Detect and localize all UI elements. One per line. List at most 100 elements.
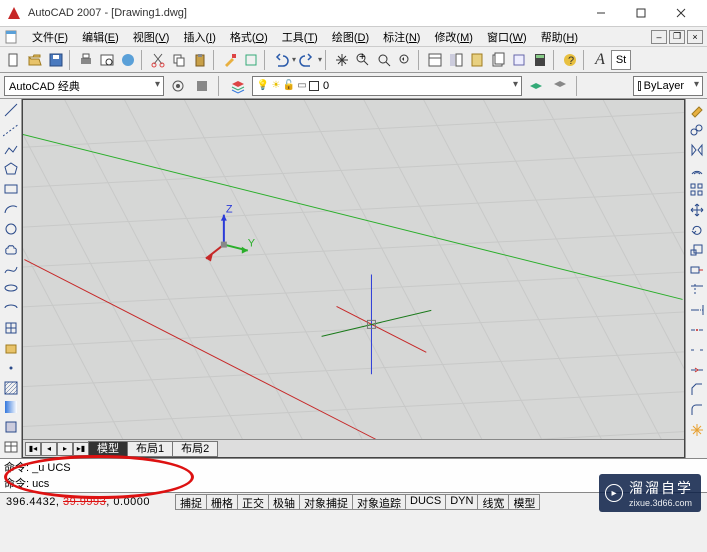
polyline-button[interactable]: [2, 141, 20, 159]
table-button[interactable]: [2, 438, 20, 456]
coordinates-display[interactable]: 396.4432, 39.9993, 0.0000: [0, 496, 156, 508]
properties-button[interactable]: [425, 50, 445, 70]
status-model[interactable]: 模型: [508, 494, 540, 510]
break-button[interactable]: [688, 341, 706, 359]
match-properties-button[interactable]: [220, 50, 240, 70]
region-button[interactable]: [2, 418, 20, 436]
status-osnap[interactable]: 对象捕捉: [299, 494, 353, 510]
drawing-viewport[interactable]: Z Y ▮◂ ◂ ▸ ▸▮ 模型 布局1 布局2: [22, 99, 685, 458]
layer-previous-button[interactable]: [526, 76, 546, 96]
save-button[interactable]: [46, 50, 66, 70]
tab-layout1[interactable]: 布局1: [127, 441, 173, 457]
spline-button[interactable]: [2, 260, 20, 278]
color-combo[interactable]: ByLayer: [633, 76, 703, 96]
construction-line-button[interactable]: [2, 121, 20, 139]
insert-block-button[interactable]: [2, 319, 20, 337]
point-button[interactable]: [2, 359, 20, 377]
design-center-button[interactable]: [446, 50, 466, 70]
status-lwt[interactable]: 线宽: [477, 494, 509, 510]
qnew-button[interactable]: [4, 50, 24, 70]
mdi-restore-button[interactable]: ❐: [669, 30, 685, 44]
offset-button[interactable]: [688, 161, 706, 179]
menu-view[interactable]: 视图(V): [127, 28, 176, 46]
layer-properties-button[interactable]: [228, 76, 248, 96]
text-style-a-button[interactable]: A: [590, 50, 610, 70]
stretch-button[interactable]: [688, 261, 706, 279]
cut-button[interactable]: [148, 50, 168, 70]
copy-button[interactable]: [169, 50, 189, 70]
workspace-combo[interactable]: AutoCAD 经典: [4, 76, 164, 96]
paste-button[interactable]: [190, 50, 210, 70]
make-block-button[interactable]: [2, 339, 20, 357]
rectangle-button[interactable]: [2, 180, 20, 198]
undo-button[interactable]: [271, 50, 291, 70]
minimize-button[interactable]: [581, 1, 621, 25]
ellipse-arc-button[interactable]: [2, 299, 20, 317]
hatch-button[interactable]: [2, 379, 20, 397]
chamfer-button[interactable]: [688, 381, 706, 399]
menu-dimension[interactable]: 标注(N): [377, 28, 426, 46]
tab-prev-button[interactable]: ◂: [41, 442, 57, 456]
menu-edit[interactable]: 编辑(E): [76, 28, 125, 46]
close-button[interactable]: [661, 1, 701, 25]
arc-button[interactable]: [2, 200, 20, 218]
mdi-minimize-button[interactable]: –: [651, 30, 667, 44]
layer-combo[interactable]: 💡 ☀ 🔓 ▭ 0: [252, 76, 522, 96]
status-otrack[interactable]: 对象追踪: [352, 494, 406, 510]
tab-layout2[interactable]: 布局2: [172, 441, 218, 457]
menu-format[interactable]: 格式(O): [224, 28, 274, 46]
extend-button[interactable]: [688, 301, 706, 319]
menu-tools[interactable]: 工具(T): [276, 28, 324, 46]
tab-model[interactable]: 模型: [88, 441, 128, 457]
mdi-close-button[interactable]: ×: [687, 30, 703, 44]
mdi-doc-icon[interactable]: [4, 29, 20, 45]
block-editor-button[interactable]: [241, 50, 261, 70]
line-button[interactable]: [2, 101, 20, 119]
tool-palettes-button[interactable]: [467, 50, 487, 70]
menu-draw[interactable]: 绘图(D): [326, 28, 375, 46]
polygon-button[interactable]: [2, 160, 20, 178]
scale-button[interactable]: [688, 241, 706, 259]
gradient-button[interactable]: [2, 398, 20, 416]
zoom-previous-button[interactable]: [395, 50, 415, 70]
zoom-realtime-button[interactable]: +: [353, 50, 373, 70]
sheet-set-button[interactable]: [488, 50, 508, 70]
plot-preview-button[interactable]: [97, 50, 117, 70]
explode-button[interactable]: [688, 421, 706, 439]
print-button[interactable]: [76, 50, 96, 70]
menu-file[interactable]: 文件(F): [26, 28, 74, 46]
join-button[interactable]: [688, 361, 706, 379]
open-button[interactable]: [25, 50, 45, 70]
maximize-button[interactable]: [621, 1, 661, 25]
status-ducs[interactable]: DUCS: [405, 494, 446, 510]
rotate-button[interactable]: [688, 221, 706, 239]
mirror-button[interactable]: [688, 141, 706, 159]
quickcalc-button[interactable]: [530, 50, 550, 70]
redo-button[interactable]: [297, 50, 317, 70]
status-snap[interactable]: 捕捉: [175, 494, 207, 510]
menu-insert[interactable]: 插入(I): [177, 28, 221, 46]
pan-button[interactable]: [332, 50, 352, 70]
revision-cloud-button[interactable]: [2, 240, 20, 258]
ellipse-button[interactable]: [2, 279, 20, 297]
workspace-settings-button[interactable]: [168, 76, 188, 96]
copy-obj-button[interactable]: [688, 121, 706, 139]
text-style-button[interactable]: St: [611, 50, 631, 70]
menu-help[interactable]: 帮助(H): [535, 28, 584, 46]
move-button[interactable]: [688, 201, 706, 219]
status-dyn[interactable]: DYN: [445, 494, 478, 510]
zoom-window-button[interactable]: [374, 50, 394, 70]
tab-next-button[interactable]: ▸: [57, 442, 73, 456]
layer-states-button[interactable]: [550, 76, 570, 96]
menu-modify[interactable]: 修改(M): [428, 28, 479, 46]
menu-window[interactable]: 窗口(W): [481, 28, 533, 46]
help-button[interactable]: ?: [560, 50, 580, 70]
hscroll-left-icon[interactable]: ▮◂: [25, 442, 41, 456]
break-at-point-button[interactable]: [688, 321, 706, 339]
markup-button[interactable]: [509, 50, 529, 70]
erase-button[interactable]: [688, 101, 706, 119]
circle-button[interactable]: [2, 220, 20, 238]
fillet-button[interactable]: [688, 401, 706, 419]
tab-last-button[interactable]: ▸▮: [73, 442, 89, 456]
array-button[interactable]: [688, 181, 706, 199]
